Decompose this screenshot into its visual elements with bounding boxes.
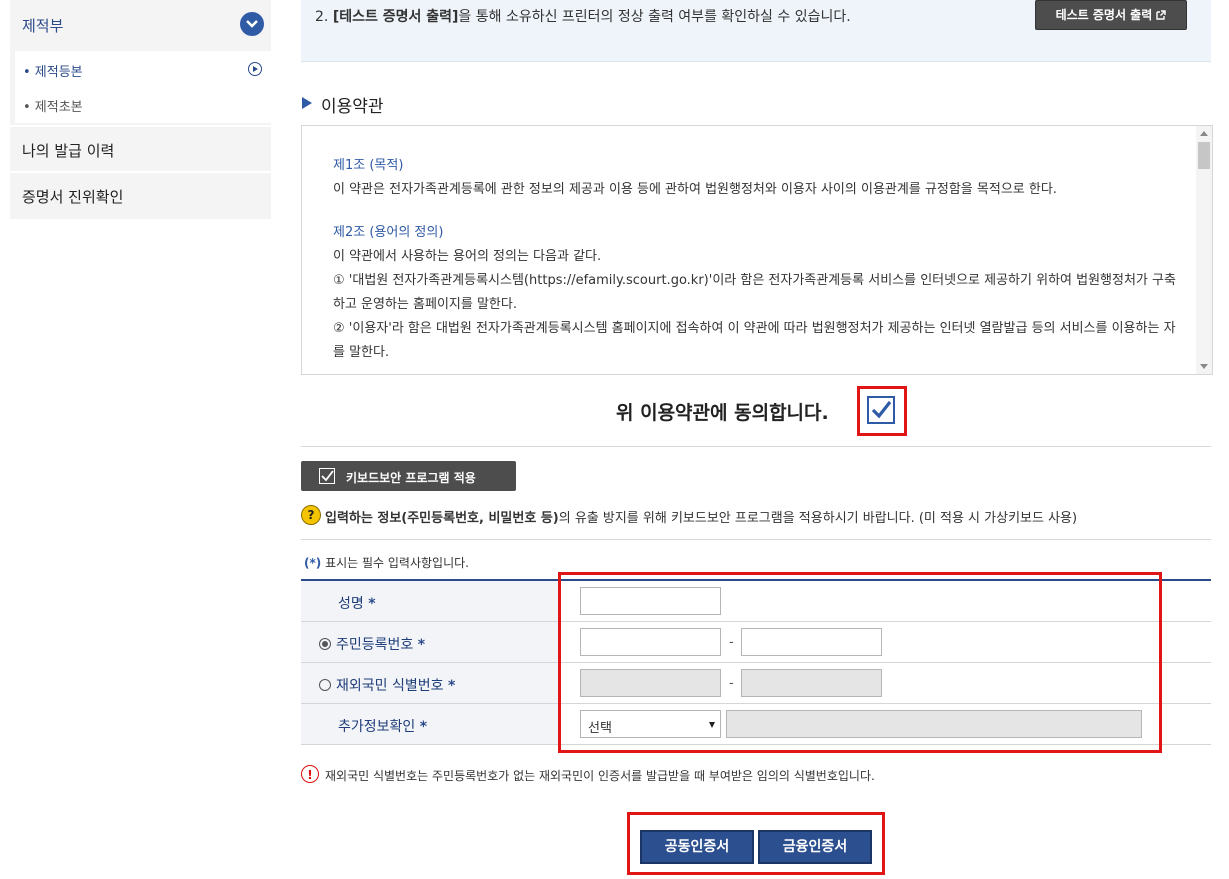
sidebar-submenu: • 제적등본 • 제적초본 [15, 51, 276, 123]
notice-text: 2. [테스트 증명서 출력]을 통해 소유하신 프린터의 정상 출력 여부를 … [315, 6, 851, 26]
required-note: (*) 표시는 필수 입력사항입니다. [304, 554, 469, 571]
form-label-cell: 성명 * [301, 581, 560, 621]
required-star: * [447, 678, 456, 694]
notice-prefix: 2. [315, 9, 333, 25]
sidebar-item-history[interactable]: 나의 발급 이력 [10, 125, 271, 171]
article-line: ② '이용자'라 함은 대법원 전자가족관계등록시스템 홈페이지에 접속하여 이… [333, 321, 1176, 360]
highlight-box [558, 572, 1162, 753]
form-label-cell: 추가정보확인 * [301, 704, 560, 744]
terms-content: 제1조 (목적) 이 약관은 전자가족관계등록에 관한 정보의 제공과 이용 등… [333, 154, 1183, 365]
article-line: 이 약관에서 사용하는 용어의 정의는 다음과 같다. [333, 249, 602, 264]
keyboard-security-label: 키보드보안 프로그램 적용 [346, 471, 476, 485]
divider [301, 539, 1211, 540]
article-title: 제2조 (용어의 정의) [333, 225, 444, 240]
article-title: 제1조 (목적) [333, 158, 404, 173]
checkbox-icon [319, 468, 335, 484]
section-bullet-icon [302, 97, 312, 109]
sidebar-item-label: 증명서 진위확인 [22, 188, 124, 206]
name-label: 성명 [338, 596, 364, 612]
print-test-notice: 2. [테스트 증명서 출력]을 통해 소유하신 프린터의 정상 출력 여부를 … [301, 0, 1211, 62]
security-info: 입력하는 정보(주민등록번호, 비밀번호 등)의 유출 방지를 위해 키보드보안… [325, 507, 1077, 526]
form-label-cell: 주민등록번호 * [301, 622, 560, 662]
play-circle-icon [248, 62, 262, 76]
article-line: 이 약관은 전자가족관계등록에 관한 정보의 제공과 이용 등에 관하여 법원행… [333, 182, 1057, 197]
exclamation-icon: ! [301, 765, 319, 783]
overseas-radio[interactable] [319, 679, 331, 691]
external-link-icon [1156, 10, 1167, 20]
test-print-button[interactable]: 테스트 증명서 출력 [1035, 0, 1187, 30]
terms-scrollbar[interactable] [1196, 126, 1212, 374]
required-note-text: 표시는 필수 입력사항입니다. [321, 556, 469, 570]
sidebar-heading-label: 제적부 [22, 17, 64, 35]
notice-rest: 을 통해 소유하신 프린터의 정상 출력 여부를 확인하실 수 있습니다. [458, 9, 851, 25]
test-print-button-label: 테스트 증명서 출력 [1055, 8, 1153, 22]
question-icon: ? [301, 505, 321, 525]
terms-box[interactable]: 제1조 (목적) 이 약관은 전자가족관계등록에 관한 정보의 제공과 이용 등… [301, 125, 1213, 375]
security-info-rest: 의 유출 방지를 위해 키보드보안 프로그램을 적용하시기 바랍니다. (미 적… [558, 511, 1078, 526]
overseas-label: 재외국민 식별번호 [336, 678, 444, 694]
terms-agree-label: 위 이용약관에 동의합니다. [616, 402, 829, 424]
extra-label: 추가정보확인 [338, 719, 416, 735]
sidebar-item-jejeok-deungbon[interactable]: • 제적등본 [23, 61, 83, 80]
sidebar-item-verify[interactable]: 증명서 진위확인 [10, 171, 271, 217]
chevron-down-icon[interactable] [240, 12, 264, 36]
notice-bold: [테스트 증명서 출력] [332, 9, 459, 25]
terms-section-title: 이용약관 [321, 97, 384, 117]
rrn-radio[interactable] [319, 638, 331, 650]
scroll-thumb[interactable] [1198, 142, 1210, 169]
required-mark: (*) [304, 556, 322, 570]
required-star: * [368, 596, 376, 612]
sidebar: 제적부 • 제적등본 • 제적초본 나의 발급 이력 증명서 진위확인 [10, 0, 276, 219]
rrn-label: 주민등록번호 [336, 637, 414, 653]
highlight-box [857, 386, 907, 436]
sidebar-item-label: 나의 발급 이력 [22, 142, 115, 160]
scroll-down-icon[interactable] [1200, 364, 1208, 369]
article-line: ① '대법원 전자가족관계등록시스템(https://efamily.scour… [333, 273, 1176, 312]
form-label: 재외국민 식별번호 * [319, 675, 455, 695]
form-label: 성명 * [338, 593, 376, 613]
sidebar-item-jejeok-chobon[interactable]: • 제적초본 [23, 96, 83, 115]
divider [301, 446, 1211, 447]
form-label-cell: 재외국민 식별번호 * [301, 663, 560, 703]
form-label: 주민등록번호 * [319, 634, 425, 654]
required-star: * [419, 719, 428, 735]
highlight-box [627, 812, 885, 875]
scroll-up-icon[interactable] [1200, 131, 1208, 136]
keyboard-security-button[interactable]: 키보드보안 프로그램 적용 [301, 461, 516, 491]
sidebar-heading[interactable]: 제적부 [10, 0, 271, 50]
overseas-id-note: 재외국민 식별번호는 주민등록번호가 없는 재외국민이 인증서를 발급받을 때 … [325, 769, 875, 783]
security-info-bold: 입력하는 정보(주민등록번호, 비밀번호 등) [325, 511, 559, 526]
form-label: 추가정보확인 * [338, 716, 427, 736]
required-star: * [417, 637, 426, 653]
